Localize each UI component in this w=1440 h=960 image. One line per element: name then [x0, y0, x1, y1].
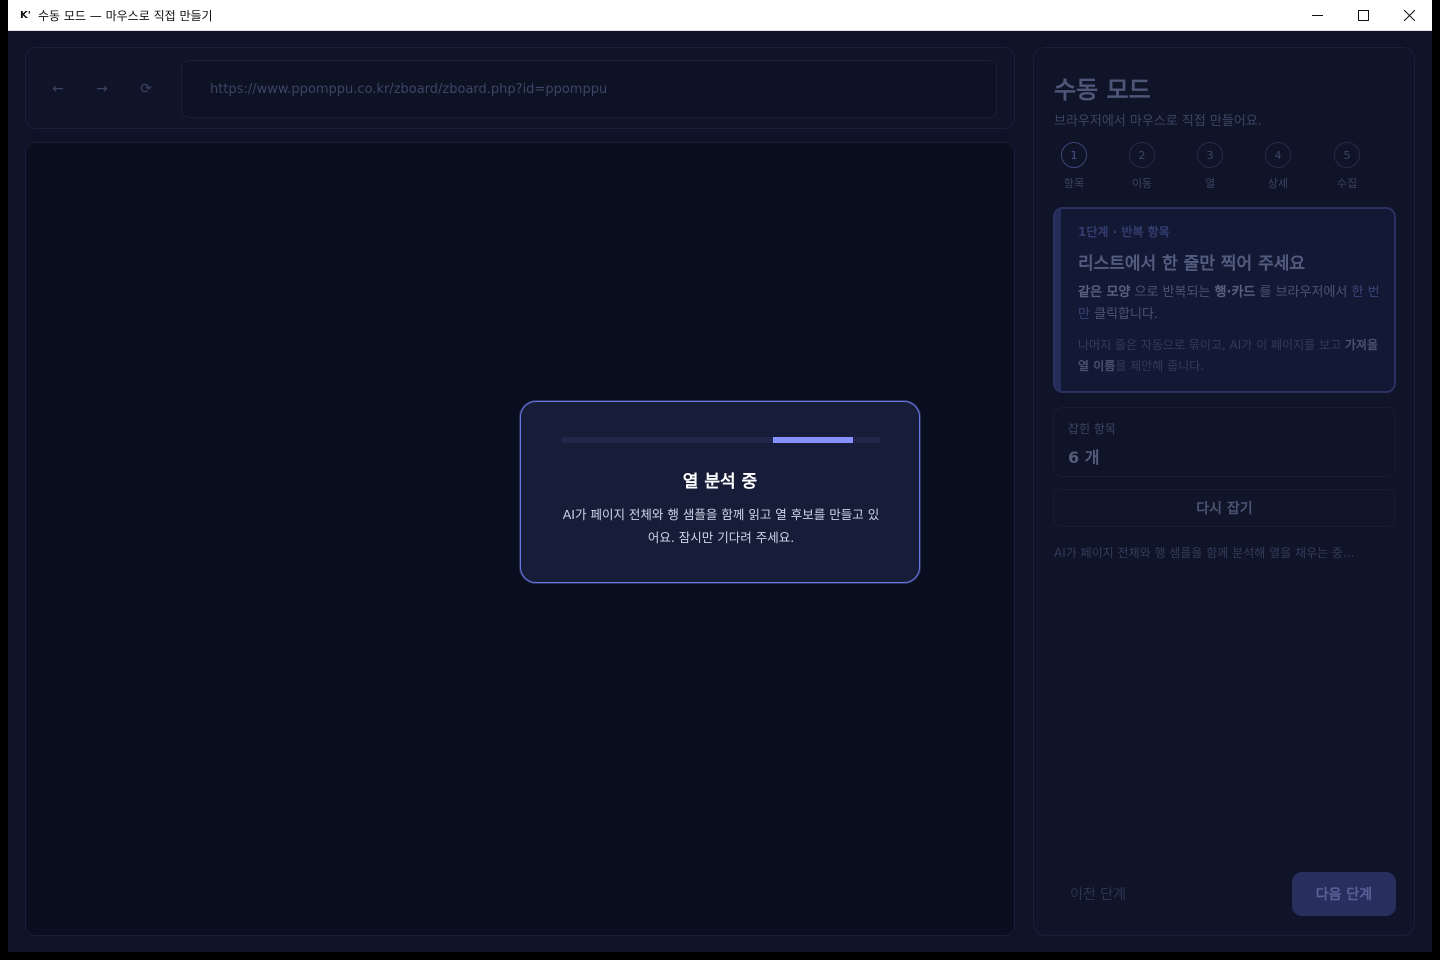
step-number: 2 [1129, 142, 1155, 168]
step-number: 1 [1061, 142, 1087, 168]
minimize-button[interactable] [1294, 0, 1340, 30]
step-label: 수집 [1336, 177, 1358, 190]
app-window: K' 수동 모드 — 마우스로 직접 만들기 ← → ⟳ https://www… [8, 0, 1432, 952]
panel-subtitle: 브라우저에서 마우스로 직접 만들어요. [1054, 114, 1262, 129]
step-number: 3 [1197, 142, 1223, 168]
recapture-button[interactable]: 다시 잡기 [1053, 489, 1396, 527]
forward-button[interactable]: → [90, 77, 114, 101]
step-instruction-card: 1단계 · 반복 항목 리스트에서 한 줄만 찍어 주세요 같은 모양 으로 반… [1053, 207, 1396, 393]
progress-indicator [773, 437, 853, 443]
step-number: 4 [1265, 142, 1291, 168]
desc-text: 클릭합니다. [1089, 307, 1159, 322]
window-title: 수동 모드 — 마우스로 직접 만들기 [38, 8, 213, 23]
step-1[interactable]: 1 항목 [1054, 142, 1094, 191]
panel-title: 수동 모드 [1054, 76, 1151, 104]
card-description: 같은 모양 으로 반복되는 행·카드 를 브라우저에서 한 번만 클릭합니다. [1078, 282, 1383, 326]
side-panel: 수동 모드 브라우저에서 마우스로 직접 만들어요. 1 항목 2 이동 3 열… [1033, 47, 1415, 936]
minimize-icon [1311, 14, 1323, 16]
card-title: 리스트에서 한 줄만 찍어 주세요 [1078, 254, 1305, 274]
card-accent-bar [1055, 209, 1061, 391]
maximize-button[interactable] [1340, 0, 1386, 30]
progress-track [561, 437, 881, 443]
status-message: AI가 페이지 전체와 행 샘플을 함께 분석해 열을 채우는 중... [1054, 546, 1355, 560]
count-value: 6 개 [1068, 448, 1100, 467]
desc-text: 으로 반복되는 [1130, 285, 1215, 300]
close-button[interactable] [1386, 0, 1432, 30]
step-2[interactable]: 2 이동 [1122, 142, 1162, 191]
card-note: 나머지 줄은 자동으로 묶이고, AI가 이 페이지를 보고 가져올 열 이름을… [1078, 335, 1383, 377]
title-bar: K' 수동 모드 — 마우스로 직접 만들기 [8, 0, 1432, 31]
step-label: 이동 [1131, 177, 1153, 190]
browser-toolbar: ← → ⟳ https://www.ppomppu.co.kr/zboard/z… [25, 47, 1015, 129]
step-number: 5 [1334, 142, 1360, 168]
step-indicator: 1 항목 2 이동 3 열 4 상세 5 수집 [1054, 142, 1399, 192]
step-label: 열 [1204, 177, 1216, 190]
note-text: 나머지 줄은 자동으로 묶이고, AI가 이 페이지를 보고 [1078, 338, 1345, 352]
modal-title: 열 분석 중 [682, 472, 758, 492]
app-logo-icon: K' [20, 9, 31, 21]
prev-step-button[interactable]: 이전 단계 [1070, 884, 1126, 904]
analysis-modal: 열 분석 중 AI가 페이지 전체와 행 샘플을 함께 읽고 열 후보를 만들고… [520, 401, 920, 583]
card-kicker: 1단계 · 반복 항목 [1078, 225, 1170, 239]
reload-button[interactable]: ⟳ [134, 77, 158, 101]
modal-description: AI가 페이지 전체와 행 샘플을 함께 읽고 열 후보를 만들고 있어요. 잠… [562, 507, 880, 545]
captured-count-box: 잡힌 항목 6 개 [1053, 407, 1396, 477]
step-label: 상세 [1267, 177, 1289, 190]
back-button[interactable]: ← [46, 77, 70, 101]
maximize-icon [1357, 9, 1369, 21]
desc-emphasis: 같은 모양 [1078, 285, 1131, 300]
main-content: ← → ⟳ https://www.ppomppu.co.kr/zboard/z… [8, 31, 1432, 952]
desc-emphasis: 행·카드 [1214, 285, 1256, 300]
desc-text: 를 브라우저에서 [1255, 285, 1352, 300]
note-text: 을 제안해 줍니다. [1115, 359, 1205, 373]
next-step-button[interactable]: 다음 단계 [1292, 872, 1396, 916]
step-4[interactable]: 4 상세 [1258, 142, 1298, 191]
step-3[interactable]: 3 열 [1190, 142, 1230, 191]
url-bar[interactable]: https://www.ppomppu.co.kr/zboard/zboard.… [181, 60, 997, 118]
count-label: 잡힌 항목 [1068, 422, 1116, 436]
close-icon [1403, 9, 1415, 21]
step-5[interactable]: 5 수집 [1327, 142, 1367, 191]
step-label: 항목 [1063, 177, 1085, 190]
window-controls [1294, 0, 1432, 30]
